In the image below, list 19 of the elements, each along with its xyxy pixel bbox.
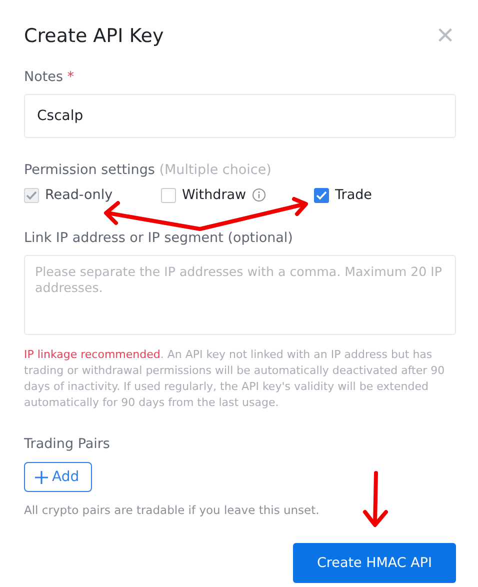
trading-pairs-label: Trading Pairs — [24, 436, 111, 452]
ip-label: Link IP address or IP segment (optional) — [24, 230, 294, 246]
ip-warning: IP linkage recommended. An API key not linked with an IP address but has trading or withdrawal permissions will be automatically deactivated after 90 days of inactivity. If used regularly, the API key's validity will be extended automatically for 90 days from the last usage. — [24, 347, 446, 411]
notes-field[interactable]: Cscalp — [24, 94, 456, 138]
create-button[interactable]: Create HMAC API — [293, 543, 456, 583]
ip-field[interactable]: Please separate the IP addresses with a comma. Maximum 20 IP addresses. — [24, 255, 456, 335]
trading-pairs-hint: All crypto pairs are tradable if you leave this unset. — [24, 503, 320, 517]
permission-label: Permission settings (Multiple choice) — [24, 162, 272, 178]
info-icon[interactable] — [252, 188, 266, 202]
option-label: Withdraw — [182, 187, 246, 203]
notes-label: Notes * — [24, 69, 76, 85]
checkbox[interactable] — [161, 188, 176, 202]
option-label: Trade — [335, 187, 372, 203]
arrow-annotation — [363, 471, 388, 527]
option-label: Read-only — [45, 187, 113, 203]
add-button[interactable]: Add — [24, 462, 92, 492]
checkbox[interactable] — [314, 188, 329, 202]
dialog-title: Create API Key — [24, 25, 164, 47]
plus-icon — [35, 470, 48, 484]
